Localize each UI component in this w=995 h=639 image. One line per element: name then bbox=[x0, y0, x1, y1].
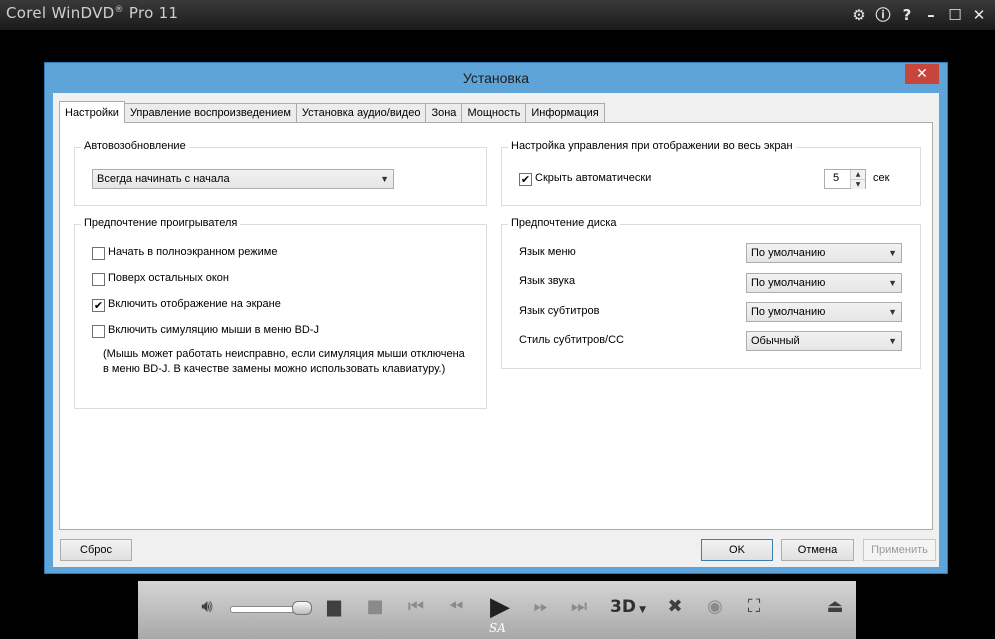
tools-icon[interactable]: ✖ bbox=[662, 595, 688, 619]
tab-settings[interactable]: Настройки bbox=[59, 101, 125, 123]
tab-region[interactable]: Зона bbox=[425, 103, 463, 122]
info-icon[interactable]: ⓘ bbox=[873, 5, 893, 25]
chevron-down-icon: ▼ bbox=[380, 174, 389, 184]
disc-icon[interactable]: ◉ bbox=[702, 595, 728, 619]
tab-audio-video[interactable]: Установка аудио/видео bbox=[295, 103, 427, 122]
menu-language-label: Язык меню bbox=[519, 246, 576, 258]
fullscreen-label: Настройка управления при отображении во … bbox=[508, 140, 796, 152]
subtitle-style-label: Стиль субтитров/CC bbox=[519, 334, 624, 346]
next-chapter-icon[interactable]: ⏭︎ bbox=[566, 595, 592, 619]
app-title-text: Corel WinDVD bbox=[6, 4, 115, 22]
cancel-button[interactable]: Отмена bbox=[781, 539, 854, 561]
audio-language-label: Язык звука bbox=[519, 275, 576, 287]
player-pref-group: Предпочтение проигрывателя Начать в полн… bbox=[74, 217, 487, 409]
audio-language-value: По умолчанию bbox=[751, 277, 826, 289]
chevron-down-icon: ▼ bbox=[888, 248, 897, 258]
tab-power[interactable]: Мощность bbox=[461, 103, 527, 122]
autoresume-value: Всегда начинать с начала bbox=[97, 173, 230, 185]
audio-language-select[interactable]: По умолчанию ▼ bbox=[746, 273, 902, 293]
player-pref-label: Предпочтение проигрывателя bbox=[81, 217, 241, 229]
bdj-mouse-label: Включить симуляцию мыши в меню BD-J bbox=[108, 324, 320, 336]
minimize-icon[interactable]: – bbox=[921, 5, 941, 25]
seconds-value: 5 bbox=[833, 172, 840, 184]
disc-pref-label: Предпочтение диска bbox=[508, 217, 620, 229]
menu-language-value: По умолчанию bbox=[751, 247, 826, 259]
autoresume-select[interactable]: Всегда начинать с начала ▼ bbox=[92, 169, 394, 189]
bdj-note-line2: в меню BD-J. В качестве замены можно исп… bbox=[103, 363, 446, 375]
setup-dialog: Установка ✕ Настройки Управление воспрои… bbox=[44, 62, 948, 574]
subtitle-language-select[interactable]: По умолчанию ▼ bbox=[746, 302, 902, 322]
subtitle-language-value: По умолчанию bbox=[751, 306, 826, 318]
stepper-up-icon[interactable]: ▲ bbox=[851, 170, 865, 180]
osd-label: Включить отображение на экране bbox=[108, 298, 281, 310]
volume-icon[interactable]: 🔊︎ bbox=[194, 595, 220, 619]
stepper-down-icon[interactable]: ▼ bbox=[851, 180, 865, 189]
chevron-down-icon: ▼ bbox=[888, 278, 897, 288]
3d-button[interactable]: 3D ▼ bbox=[604, 595, 652, 619]
app-title: Corel WinDVD® Pro 11 bbox=[6, 4, 178, 22]
fullscreen-start-checkbox[interactable] bbox=[92, 247, 105, 260]
autoresume-label: Автовозобновление bbox=[81, 140, 189, 152]
close-icon[interactable]: ✕ bbox=[969, 5, 989, 25]
player-control-bar: 🔊︎ ▆ ■ ⏮︎ ⏪︎ ▶ ⏩︎ ⏭︎ 3D ▼ ✖ ◉ ⛶ ⏏︎ SA bbox=[138, 581, 856, 639]
chevron-down-icon: ▼ bbox=[888, 336, 897, 346]
previous-chapter-icon[interactable]: ⏮︎ bbox=[403, 595, 429, 619]
play-icon[interactable]: ▶ bbox=[483, 594, 517, 620]
subtitle-language-label: Язык субтитров bbox=[519, 305, 600, 317]
3d-label: 3D bbox=[609, 597, 636, 617]
stop-icon[interactable]: ■ bbox=[362, 595, 388, 619]
app-titlebar: Corel WinDVD® Pro 11 ⚙ ⓘ ? – ☐ ✕ bbox=[0, 0, 995, 30]
fullscreen-start-label: Начать в полноэкранном режиме bbox=[108, 246, 278, 258]
tab-playback-control[interactable]: Управление воспроизведением bbox=[123, 103, 297, 122]
dialog-client: Настройки Управление воспроизведением Ус… bbox=[53, 93, 939, 567]
fullscreen-group: Настройка управления при отображении во … bbox=[501, 140, 921, 206]
tab-strip: Настройки Управление воспроизведением Ус… bbox=[59, 101, 605, 123]
disc-pref-group: Предпочтение диска Язык меню По умолчани… bbox=[501, 217, 921, 369]
bdj-mouse-checkbox[interactable] bbox=[92, 325, 105, 338]
seconds-stepper[interactable]: 5 ▲ ▼ bbox=[824, 169, 866, 189]
gear-icon[interactable]: ⚙ bbox=[849, 5, 869, 25]
autoresume-group: Автовозобновление Всегда начинать с нача… bbox=[74, 140, 487, 206]
seconds-unit: сек bbox=[873, 172, 890, 184]
sa-label: SA bbox=[489, 621, 506, 635]
subtitle-style-select[interactable]: Обычный ▼ bbox=[746, 331, 902, 351]
maximize-icon[interactable]: ☐ bbox=[945, 5, 965, 25]
registered-mark: ® bbox=[114, 5, 124, 15]
eject-icon[interactable]: ⏏︎ bbox=[822, 595, 848, 619]
volume-slider-knob[interactable] bbox=[292, 601, 312, 615]
tab-information[interactable]: Информация bbox=[525, 103, 605, 122]
always-on-top-label: Поверх остальных окон bbox=[108, 272, 229, 284]
dialog-close-button[interactable]: ✕ bbox=[905, 64, 939, 84]
help-icon[interactable]: ? bbox=[897, 5, 917, 25]
open-folder-icon[interactable]: ▆ bbox=[321, 595, 347, 619]
fullscreen-icon[interactable]: ⛶ bbox=[741, 595, 767, 619]
app-title-suffix: Pro 11 bbox=[123, 4, 179, 22]
dialog-title: Установка bbox=[462, 70, 530, 86]
reset-button[interactable]: Сброс bbox=[60, 539, 132, 561]
apply-button[interactable]: Применить bbox=[863, 539, 936, 561]
menu-language-select[interactable]: По умолчанию ▼ bbox=[746, 243, 902, 263]
settings-panel: Автовозобновление Всегда начинать с нача… bbox=[59, 122, 933, 530]
bdj-note-line1: (Мышь может работать неисправно, если си… bbox=[103, 348, 465, 360]
subtitle-style-value: Обычный bbox=[751, 335, 800, 347]
osd-checkbox[interactable]: ✔ bbox=[92, 299, 105, 312]
autohide-label: Скрыть автоматически bbox=[535, 172, 652, 184]
always-on-top-checkbox[interactable] bbox=[92, 273, 105, 286]
chevron-down-icon: ▼ bbox=[888, 307, 897, 317]
fast-forward-icon[interactable]: ⏩︎ bbox=[526, 595, 556, 619]
app-window-controls: ⚙ ⓘ ? – ☐ ✕ bbox=[849, 5, 989, 25]
stepper-buttons: ▲ ▼ bbox=[850, 170, 865, 189]
rewind-icon[interactable]: ⏪︎ bbox=[441, 595, 471, 619]
autohide-checkbox[interactable]: ✔ bbox=[519, 173, 532, 186]
ok-button[interactable]: OK bbox=[701, 539, 773, 561]
